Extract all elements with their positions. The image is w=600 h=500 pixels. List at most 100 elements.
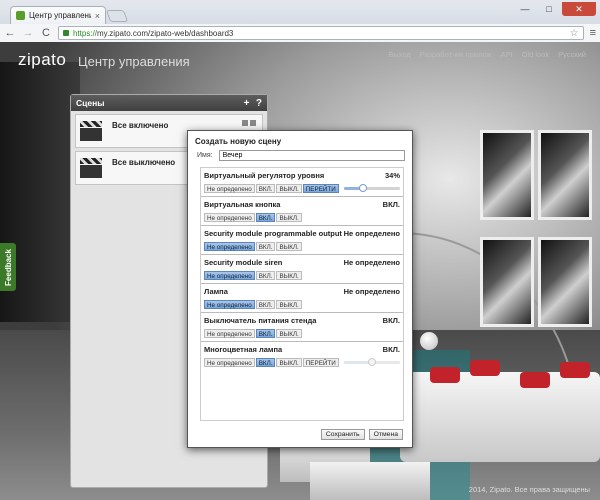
delete-icon[interactable] [250, 120, 256, 126]
state-option-button[interactable]: Не определено [204, 329, 255, 338]
feedback-label: Feedback [3, 248, 13, 286]
state-option-button[interactable]: ВКЛ. [255, 329, 276, 338]
device-state-buttons: Не определено ВКЛ. ВЫКЛ. [204, 329, 400, 338]
device-list: Виртуальный регулятор уровня 34% Не опреде… [200, 167, 404, 421]
device-row: Security module siren Не определено Не опр… [201, 255, 403, 284]
clapperboard-icon [80, 158, 102, 178]
tab-close-icon[interactable]: × [95, 11, 100, 21]
background-pillow [430, 367, 460, 383]
background-pillow [470, 360, 500, 376]
create-scene-dialog: Создать новую сцену Имя: Виртуальный рег… [187, 130, 413, 448]
close-window-button[interactable]: ✕ [562, 2, 596, 16]
dialog-title: Создать новую сцену [195, 137, 282, 146]
state-option-button[interactable]: ВКЛ. [255, 271, 276, 280]
device-state: ВКЛ. [382, 316, 400, 325]
new-tab-button[interactable] [105, 10, 129, 22]
background-picture [480, 237, 534, 327]
device-name: Многоцветная лампа [204, 345, 283, 354]
state-option-button[interactable]: ВКЛ. [255, 184, 276, 193]
background-pillow [560, 362, 590, 378]
device-name: Security module siren [204, 258, 283, 267]
background-cube [310, 462, 430, 500]
feedback-tab[interactable]: Feedback [0, 243, 16, 291]
footer-copyright: 2014, Zipato. Все права защищены [468, 485, 590, 494]
lock-icon [63, 30, 69, 36]
slider-knob[interactable] [367, 358, 376, 366]
scene-actions [242, 120, 256, 126]
page-title: Центр управления [78, 54, 190, 69]
save-button[interactable]: Сохранить [320, 429, 365, 440]
state-option-button[interactable]: ВЫКЛ. [276, 358, 302, 367]
background-pillow [520, 372, 550, 388]
top-navigation: Выход Разработчик прилож API Old look Ру… [388, 50, 586, 59]
state-option-button[interactable]: ВКЛ. [255, 358, 276, 367]
bookmark-star-icon[interactable]: ☆ [570, 28, 579, 39]
zipato-logo[interactable]: zipato [18, 50, 66, 70]
cancel-button[interactable]: Отмена [368, 429, 403, 440]
dialog-actions: Сохранить Отмена [320, 429, 403, 440]
state-option-button[interactable]: ВЫКЛ. [276, 300, 302, 309]
state-option-button[interactable]: ВКЛ. [255, 213, 276, 222]
nav-logout[interactable]: Выход [388, 50, 410, 59]
maximize-button[interactable]: □ [538, 2, 560, 16]
state-option-button[interactable]: ВЫКЛ. [276, 184, 302, 193]
device-name: Security module programmable output [204, 229, 342, 238]
state-option-button[interactable]: Не определено [204, 358, 255, 367]
state-option-button[interactable]: Не определено [204, 271, 255, 280]
minimize-button[interactable]: — [514, 2, 536, 16]
state-option-button[interactable]: ВКЛ. [255, 242, 276, 251]
state-option-button[interactable]: ВЫКЛ. [276, 271, 302, 280]
edit-icon[interactable] [242, 120, 248, 126]
help-icon[interactable]: ? [256, 98, 262, 109]
scene-name: Все включено [112, 121, 169, 130]
device-row-header: Security module siren Не определено [204, 258, 400, 267]
device-row: Многоцветная лампа ВКЛ. Не определено ВКЛ. В… [201, 342, 403, 371]
add-icon[interactable]: + [244, 98, 250, 109]
state-option-button[interactable]: ПЕРЕЙТИ [302, 358, 339, 367]
state-option-button[interactable]: ВЫКЛ. [276, 329, 302, 338]
address-bar[interactable]: https://my.zipato.com/zipato-web/dashboa… [58, 26, 584, 40]
url-path: my.zipato.com/zipato-web/dashboard3 [97, 28, 234, 38]
browser-menu-icon[interactable]: ≡ [590, 27, 596, 39]
device-name: Лампа [204, 287, 228, 296]
state-option-button[interactable]: Не определено [204, 300, 255, 309]
device-state-buttons: Не определено ВКЛ. ВЫКЛ. [204, 271, 400, 280]
navigation-bar: ← → C https://my.zipato.com/zipato-web/d… [0, 24, 600, 42]
nav-language[interactable]: Русский [558, 50, 586, 59]
nav-api[interactable]: API [501, 50, 513, 59]
reload-icon[interactable]: C [40, 27, 52, 39]
scene-name-input[interactable] [218, 150, 405, 161]
state-option-button[interactable]: ВКЛ. [255, 300, 276, 309]
browser-tab[interactable]: Центр управления × [10, 6, 106, 24]
state-option-button[interactable]: ВЫКЛ. [276, 242, 302, 251]
dashboard-page: zipato Центр управления Выход Разработчи… [0, 42, 600, 500]
background-sofa [400, 372, 600, 462]
state-option-button[interactable]: ПЕРЕЙТИ [302, 184, 339, 193]
state-option-button[interactable]: Не определено [204, 242, 255, 251]
scenes-panel-title: Сцены [76, 98, 105, 108]
device-state: Не определено [343, 258, 400, 267]
window-controls: — □ ✕ [514, 2, 596, 16]
nav-developer-app[interactable]: Разработчик прилож [420, 50, 492, 59]
level-slider[interactable] [343, 184, 400, 192]
forward-arrow-icon[interactable]: → [22, 27, 34, 39]
nav-old-look[interactable]: Old look [522, 50, 550, 59]
scene-name: Все выключено [112, 158, 176, 167]
scene-name-row: Имя: [188, 150, 412, 165]
device-row-header: Лампа Не определено [204, 287, 400, 296]
level-slider[interactable] [343, 358, 400, 366]
state-option-button[interactable]: ВЫКЛ. [276, 213, 302, 222]
device-state: 34% [384, 171, 400, 180]
state-option-button[interactable]: Не определено [204, 184, 255, 193]
device-row: Виртуальная кнопка ВКЛ. Не определено ВКЛ. В… [201, 197, 403, 226]
device-state-buttons: Не определено ВКЛ. ВЫКЛ. ПЕРЕЙТИ [204, 358, 400, 367]
device-row: Выключатель питания стенда ВКЛ. Не определ… [201, 313, 403, 342]
favicon-icon [16, 11, 25, 20]
slider-knob[interactable] [358, 184, 367, 192]
back-arrow-icon[interactable]: ← [4, 27, 16, 39]
state-option-button[interactable]: Не определено [204, 213, 255, 222]
name-label: Имя: [197, 152, 213, 159]
device-name: Выключатель питания стенда [204, 316, 317, 325]
device-state: Не определено [343, 229, 400, 238]
device-name: Виртуальная кнопка [204, 200, 281, 209]
